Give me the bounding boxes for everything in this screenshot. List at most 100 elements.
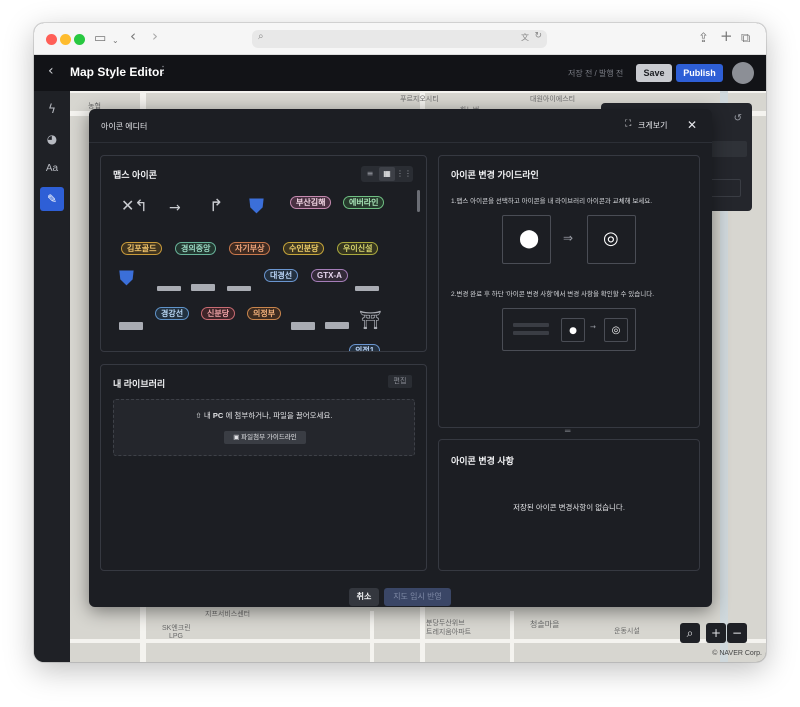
guide-title: 아이콘 변경 가이드라인 (451, 170, 539, 180)
zoom-view-button[interactable]: 크게보기 (638, 120, 667, 131)
map-pin-filled-icon: ● (561, 318, 585, 342)
reload-icon[interactable]: ↻ (534, 31, 542, 41)
line-badge[interactable]: 의정부 (247, 307, 282, 320)
close-window-button[interactable] (46, 34, 57, 45)
map-search-icon[interactable]: ⌕ (680, 623, 700, 643)
gate-icon[interactable]: ⛩ (359, 310, 382, 331)
building-icon[interactable] (291, 322, 315, 330)
text-icon[interactable]: Aa (40, 157, 64, 181)
back-arrow-icon[interactable]: ‹ (48, 63, 54, 79)
palette-icon[interactable]: ◕ (40, 127, 64, 151)
save-status: 저장 전 / 발행 전 (568, 69, 624, 78)
edit-button[interactable]: 편집 (388, 375, 412, 388)
zoom-in-button[interactable]: + (706, 623, 726, 643)
map-pin-outline-icon: ◎ (604, 318, 628, 342)
tab-overview-icon[interactable]: ⧉ (741, 31, 750, 47)
changes-card: 아이콘 변경 사항 저장된 아이콘 변경사항이 없습니다. (438, 439, 700, 571)
translate-icon[interactable]: 文 (521, 32, 529, 43)
cancel-button[interactable]: 취소 (349, 588, 379, 606)
arrow-right-icon[interactable]: → (169, 200, 181, 216)
line-badge[interactable]: 자기부상 (229, 242, 271, 255)
small-grid-view-icon[interactable]: ⋮⋮ (396, 167, 412, 181)
map-label: 운동시설 (614, 628, 640, 635)
line-badge[interactable]: 의정1 (349, 344, 381, 351)
route-shield-icon[interactable]: ⛊ (249, 194, 264, 218)
guide-step-1: 1.맵스 아이콘을 선택하고 아이콘을 내 라이브러리 아이콘과 교체해 보세요… (451, 198, 653, 205)
tool-rail: ϟ ◕ Aa ✎ (34, 91, 70, 662)
modal-header: 아이콘 에디터 ⛶ 크게보기 ✕ (89, 109, 712, 143)
line-badge[interactable]: 부산김해 (290, 196, 332, 209)
zoom-window-button[interactable] (74, 34, 85, 45)
route-shield-icon[interactable]: ⛊ (119, 266, 134, 290)
guide-pin-before: ⬤ (502, 215, 551, 264)
upload-text-prefix: 내 (203, 411, 211, 420)
line-badge[interactable]: 대경선 (264, 269, 299, 282)
forward-icon[interactable]: › (152, 28, 158, 44)
view-toggle-group: ≡ ▦ ⋮⋮ (361, 166, 413, 182)
guide-card: 아이콘 변경 가이드라인 1.맵스 아이콘을 선택하고 아이콘을 내 라이브러리… (438, 155, 700, 428)
share-icon[interactable]: ⇪ (698, 31, 709, 47)
map-label: 대원아이에스티 (530, 96, 576, 103)
sidebar-toggle-icon[interactable]: ▭ (94, 31, 106, 47)
guide-pin-after: ◎ (587, 215, 636, 264)
line-badge[interactable]: 신분당 (201, 307, 236, 320)
upload-dropzone[interactable]: ⇧ 내 PC 에 첨부하거나, 파일을 끌어오세요. ▣ 파일첨부 가이드라인 (113, 399, 415, 456)
modal-title: 아이콘 에디터 (101, 122, 148, 131)
reset-icon[interactable]: ↺ (734, 113, 742, 124)
upload-text-pc: PC (212, 411, 224, 420)
map-label: 트레지움아파트 (426, 629, 472, 636)
map-pin-outline-icon: ◎ (603, 228, 619, 249)
brush-icon[interactable]: ✎ (40, 187, 64, 211)
map-label: 청솔마을 (530, 620, 560, 629)
save-button[interactable]: Save (636, 64, 672, 82)
changes-title: 아이콘 변경 사항 (451, 456, 514, 466)
building-icon[interactable] (119, 322, 143, 330)
building-icon[interactable] (191, 284, 215, 291)
scrollbar-thumb[interactable] (417, 190, 420, 212)
building-icon[interactable] (325, 322, 349, 329)
search-icon: ⌕ (258, 31, 264, 42)
minimize-window-button[interactable] (60, 34, 71, 45)
resize-handle-icon[interactable]: ═ (565, 427, 570, 437)
more-menu-icon[interactable]: ⋮ (158, 65, 168, 76)
line-badge[interactable]: 경의중앙 (175, 242, 217, 255)
guide-change-preview: ● → ◎ (502, 308, 636, 351)
turn-right-icon[interactable]: ↱ (209, 196, 223, 216)
expand-icon[interactable]: ⛶ (625, 119, 631, 129)
attach-guide-label: 파일첨부 가이드라인 (241, 434, 297, 441)
apply-to-map-button[interactable]: 지도 임시 반영 (384, 588, 451, 606)
guide-step-2: 2.변경 완료 후 하단 '아이콘 변경 사항'에서 변경 사항을 확인할 수 … (451, 291, 654, 298)
upload-text-suffix: 에 첨부하거나, 파일을 끌어오세요. (225, 411, 333, 420)
map-credit: © NAVER Corp. (712, 650, 762, 657)
new-tab-icon[interactable]: + (720, 28, 733, 44)
map-label: 푸르지오시티 (400, 96, 439, 103)
changes-empty-text: 저장된 아이콘 변경사항이 없습니다. (513, 503, 625, 512)
bolt-icon[interactable]: ϟ (40, 97, 64, 121)
book-icon: ▣ (233, 433, 240, 441)
arrow-right-icon: ⇒ (563, 231, 574, 245)
building-icon[interactable] (157, 286, 181, 291)
publish-button[interactable]: Publish (676, 64, 723, 82)
turn-left-icon[interactable]: ✕↰ (121, 196, 148, 215)
line-badge[interactable]: 김포골드 (121, 242, 163, 255)
grid-view-icon[interactable]: ▦ (379, 167, 395, 181)
line-badge[interactable]: 에버라인 (343, 196, 385, 209)
map-label: SK엔크린 (162, 625, 191, 632)
line-badge[interactable]: 우이신설 (337, 242, 379, 255)
close-icon[interactable]: ✕ (687, 118, 697, 132)
building-icon[interactable] (227, 286, 251, 291)
avatar[interactable] (732, 62, 754, 84)
browser-window: ▭ ⌄ ‹ › ⌕ 文 ↻ ⇪ + ⧉ ‹ Map Style Editor ⋮… (34, 23, 766, 662)
list-view-icon[interactable]: ≡ (362, 167, 378, 181)
zoom-out-button[interactable]: − (727, 623, 747, 643)
chevron-down-icon[interactable]: ⌄ (112, 33, 119, 49)
line-badge[interactable]: GTX-A (311, 269, 348, 282)
line-badge[interactable]: 수인분당 (283, 242, 325, 255)
building-icon[interactable] (355, 286, 379, 291)
address-bar[interactable]: ⌕ 文 ↻ (252, 30, 547, 48)
back-icon[interactable]: ‹ (130, 28, 136, 44)
icon-editor-modal: 아이콘 에디터 ⛶ 크게보기 ✕ 맵스 아이콘 ≡ ▦ ⋮⋮ ✕↰ → ↱ ⛊ … (89, 109, 712, 607)
upload-icon: ⇧ (195, 411, 202, 420)
attach-guide-button[interactable]: ▣ 파일첨부 가이드라인 (224, 431, 306, 444)
line-badge[interactable]: 경강선 (155, 307, 190, 320)
